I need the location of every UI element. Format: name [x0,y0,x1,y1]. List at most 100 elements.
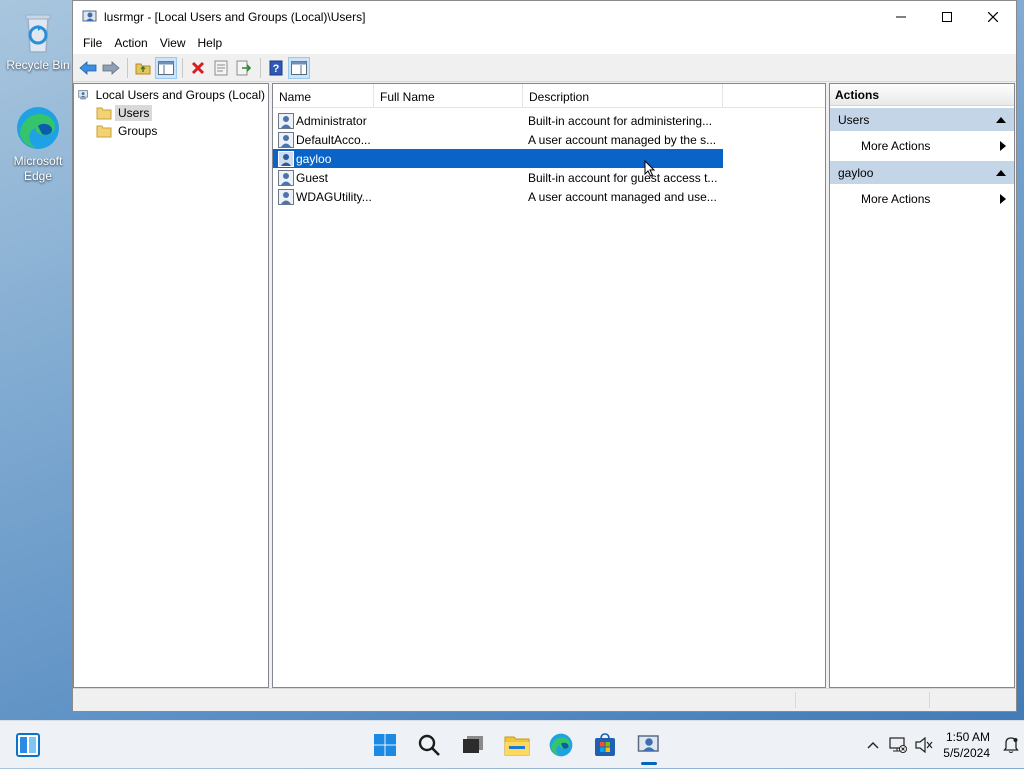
menu-file[interactable]: File [77,34,108,52]
notification-bell-icon [1003,737,1019,753]
file-explorer-button[interactable] [495,723,539,767]
user-name: gayloo [296,151,332,166]
status-bar-divider [795,692,796,708]
menu-help[interactable]: Help [192,34,229,52]
edge-icon [549,733,573,757]
search-button[interactable] [407,723,451,767]
windows-start-icon [374,734,396,756]
export-list-button[interactable] [233,57,255,79]
user-row-wdagutility[interactable]: WDAGUtility... A user account managed an… [273,187,825,206]
column-header-name[interactable]: Name [273,84,374,107]
close-button[interactable] [970,1,1016,32]
widgets-button[interactable] [6,723,50,767]
user-account-icon [278,112,294,129]
toolbar-separator [127,57,128,78]
search-icon [418,734,440,756]
edge-icon [17,107,59,149]
show-hide-console-tree-button[interactable] [155,56,177,79]
user-account-icon [278,169,294,186]
actions-section-title: gayloo [838,165,874,180]
help-book-icon: ? [269,60,283,75]
volume-button[interactable] [911,723,937,767]
lusrmgr-app-icon [637,735,659,752]
desktop-icon-label: Microsoft Edge [13,154,63,183]
folder-icon [96,125,112,138]
console-tree-icon [158,60,174,75]
help-button[interactable]: ? [265,57,287,79]
actions-section-title: Users [838,112,870,127]
forward-button[interactable] [100,57,122,79]
tree-root-label: Local Users and Groups (Local) [95,88,265,102]
back-arrow-icon [79,60,97,75]
task-view-icon [463,736,483,753]
actions-section-users[interactable]: Users [830,108,1014,131]
tree-item-label: Users [115,105,153,121]
menu-bar: File Action View Help [73,32,1016,54]
menu-view[interactable]: View [154,34,192,52]
column-header-description[interactable]: Description [523,84,723,107]
network-icon [889,737,908,753]
maximize-button[interactable] [924,1,970,32]
title-bar[interactable]: lusrmgr - [Local Users and Groups (Local… [73,1,1016,32]
user-description: A user account managed and use... [528,189,717,204]
clock[interactable]: 1:50 AM 5/5/2024 [943,729,990,761]
user-description: Built-in account for administering... [528,113,713,128]
folder-icon [504,736,530,756]
actions-header: Actions [830,84,1014,106]
tree-item-groups[interactable]: Groups [74,122,268,140]
start-button[interactable] [363,723,407,767]
tree-root[interactable]: Local Users and Groups (Local) [74,86,268,104]
active-app-indicator [641,762,657,765]
computer-users-icon [78,90,88,100]
up-one-level-button[interactable] [132,57,154,79]
lusrmgr-window: lusrmgr - [Local Users and Groups (Local… [72,0,1017,712]
user-account-icon [278,188,294,205]
collapse-up-icon [996,169,1006,176]
close-icon [988,11,998,22]
window-title: lusrmgr - [Local Users and Groups (Local… [104,9,366,24]
back-button[interactable] [77,57,99,79]
edge-taskbar-button[interactable] [539,723,583,767]
column-header-full-name[interactable]: Full Name [374,84,523,107]
forward-arrow-icon [102,60,120,75]
action-pane-icon [291,60,307,75]
taskbar-apps [363,721,671,769]
user-name: DefaultAcco... [296,132,371,147]
network-button[interactable] [885,723,911,767]
user-row-guest[interactable]: Guest Built-in account for guest access … [273,168,825,187]
show-hidden-icons-button[interactable] [861,723,885,767]
actions-section-gayloo[interactable]: gayloo [830,161,1014,184]
user-row-defaultaccount[interactable]: DefaultAcco... A user account managed by… [273,130,825,149]
mouse-cursor-icon [644,160,656,177]
column-header-row: Name Full Name Description [273,84,825,108]
tree-item-users[interactable]: Users [74,104,268,122]
desktop-icon-edge[interactable]: Microsoft Edge [3,104,73,184]
store-button[interactable] [583,723,627,767]
action-item-label: More Actions [861,191,931,206]
submenu-arrow-icon [1000,140,1006,151]
notifications-button[interactable] [998,723,1024,767]
show-hide-action-pane-button[interactable] [288,56,310,79]
toolbar-separator [182,57,183,78]
desktop-icon-recycle-bin[interactable]: Recycle Bin [3,8,73,73]
status-bar-divider [929,692,930,708]
user-description: A user account managed by the s... [528,132,717,147]
toolbar-separator [260,57,261,78]
properties-button[interactable] [210,57,232,79]
user-description: Built-in account for guest access t... [528,170,718,185]
delete-button[interactable] [187,57,209,79]
user-name: Guest [296,170,329,185]
menu-action[interactable]: Action [108,34,153,52]
taskbar: 1:50 AM 5/5/2024 [0,720,1024,768]
chevron-up-icon [867,742,879,749]
content-panes: Local Users and Groups (Local) Users Gro… [73,83,1016,688]
user-name: WDAGUtility... [296,189,372,204]
task-view-button[interactable] [451,723,495,767]
minimize-button[interactable] [878,1,924,32]
action-more-actions-users[interactable]: More Actions [830,131,1014,160]
lusrmgr-app-icon [82,10,97,21]
lusrmgr-taskbar-button[interactable] [627,723,671,767]
user-row-administrator[interactable]: Administrator Built-in account for admin… [273,111,825,130]
action-more-actions-gayloo[interactable]: More Actions [830,184,1014,213]
actions-pane: Actions Users More Actions gayloo More A… [829,83,1015,688]
